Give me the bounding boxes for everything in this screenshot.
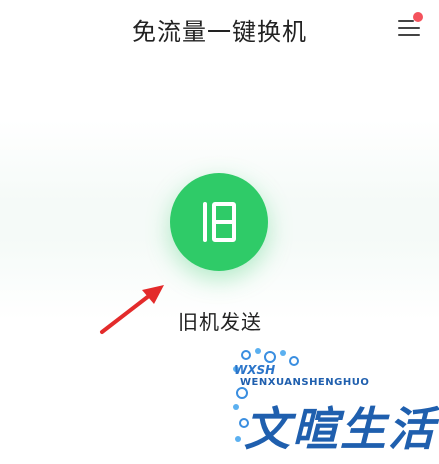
watermark: WXSH WENXUANSHENGHUO 文暄生活 (228, 345, 439, 464)
watermark-script: WXSH (234, 363, 276, 377)
old-phone-send-label[interactable]: 旧机发送 (178, 306, 262, 335)
notification-dot-icon (413, 12, 423, 22)
old-phone-icon (203, 202, 236, 242)
app-screen: 免流量一键换机 旧机发送 WXSH WENXUANSHENGHUO 文暄生活 (0, 0, 439, 464)
red-arrow-icon (100, 285, 164, 334)
watermark-main: 文暄生活 (244, 402, 436, 456)
watermark-subtitle: WENXUANSHENGHUO (240, 377, 370, 388)
menu-icon-line (398, 27, 420, 29)
old-phone-send-button[interactable] (170, 173, 268, 271)
menu-button[interactable] (396, 12, 426, 42)
menu-icon-line (398, 34, 420, 36)
menu-icon-line (398, 20, 414, 22)
page-title: 免流量一键换机 (132, 18, 307, 46)
